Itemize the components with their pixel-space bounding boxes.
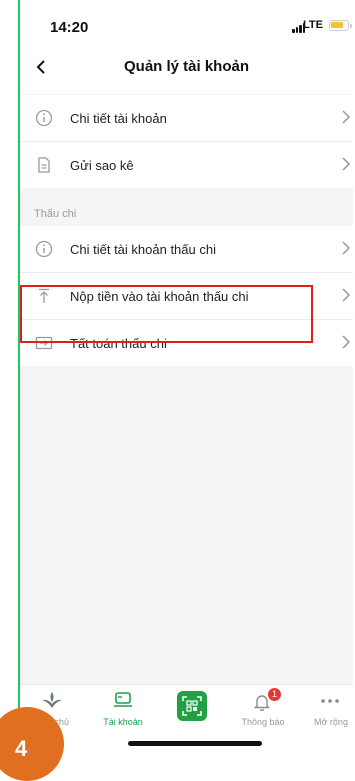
chevron-right-icon <box>342 335 351 349</box>
battery-icon <box>329 20 352 31</box>
chevron-right-icon <box>342 157 351 171</box>
home-indicator <box>128 741 262 746</box>
chevron-right-icon <box>342 110 351 124</box>
status-bar: 14:20 LTE <box>20 0 353 44</box>
qr-scan-button[interactable] <box>177 691 207 721</box>
info-circle-icon <box>35 109 53 127</box>
navigation-bar: Quản lý tài khoản <box>20 44 353 95</box>
overdraft-group: Chi tiết tài khoản thấu chi Nộp tiền vào… <box>20 226 353 366</box>
status-time: 14:20 <box>50 19 89 36</box>
home-logo-icon <box>42 692 62 708</box>
step-number: 4 <box>15 736 28 761</box>
tab-notifications[interactable]: Thông báo <box>230 685 296 735</box>
list-item-overdraft-settlement[interactable]: Tất toán thấu chi <box>20 320 353 366</box>
list-item-account-details[interactable]: Chi tiết tài khoản <box>20 95 353 142</box>
tab-account[interactable]: Tài khoản <box>90 685 156 735</box>
chevron-right-icon <box>342 241 351 255</box>
card-icon <box>114 692 132 707</box>
tab-label: Thông báo <box>241 717 285 727</box>
list-item-label: Chi tiết tài khoản <box>70 110 167 126</box>
page-title: Quản lý tài khoản <box>123 58 250 75</box>
chevron-right-icon <box>342 288 351 302</box>
qr-scan-icon <box>182 696 202 716</box>
upload-arrow-icon <box>39 288 49 303</box>
list-item-overdraft-deposit[interactable]: Nộp tiền vào tài khoản thấu chi <box>20 273 353 320</box>
tab-label: Tài khoản <box>103 717 143 727</box>
account-group: Chi tiết tài khoản Gửi sao kê <box>20 95 353 188</box>
notification-badge: 1 <box>268 688 281 701</box>
settle-arrow-icon <box>35 336 53 350</box>
document-icon <box>38 157 50 173</box>
tab-more[interactable]: Mở rộng <box>298 685 355 735</box>
section-header-overdraft: Thấu chi <box>34 208 77 220</box>
list-item-overdraft-details[interactable]: Chi tiết tài khoản thấu chi <box>20 226 353 273</box>
network-label: LTE <box>303 19 323 31</box>
list-item-send-statement[interactable]: Gửi sao kê <box>20 142 353 188</box>
more-dots-icon <box>321 699 339 703</box>
list-item-label: Nộp tiền vào tài khoản thấu chi <box>70 288 249 304</box>
tab-label: Mở rộng <box>314 717 348 727</box>
list-item-label: Chi tiết tài khoản thấu chi <box>70 241 216 257</box>
info-circle-icon <box>35 240 53 258</box>
list-item-label: Tất toán thấu chi <box>70 335 167 351</box>
list-item-label: Gửi sao kê <box>70 157 134 173</box>
content-area: Chi tiết tài khoản Gửi sao kê Thấu chi C… <box>20 94 353 684</box>
